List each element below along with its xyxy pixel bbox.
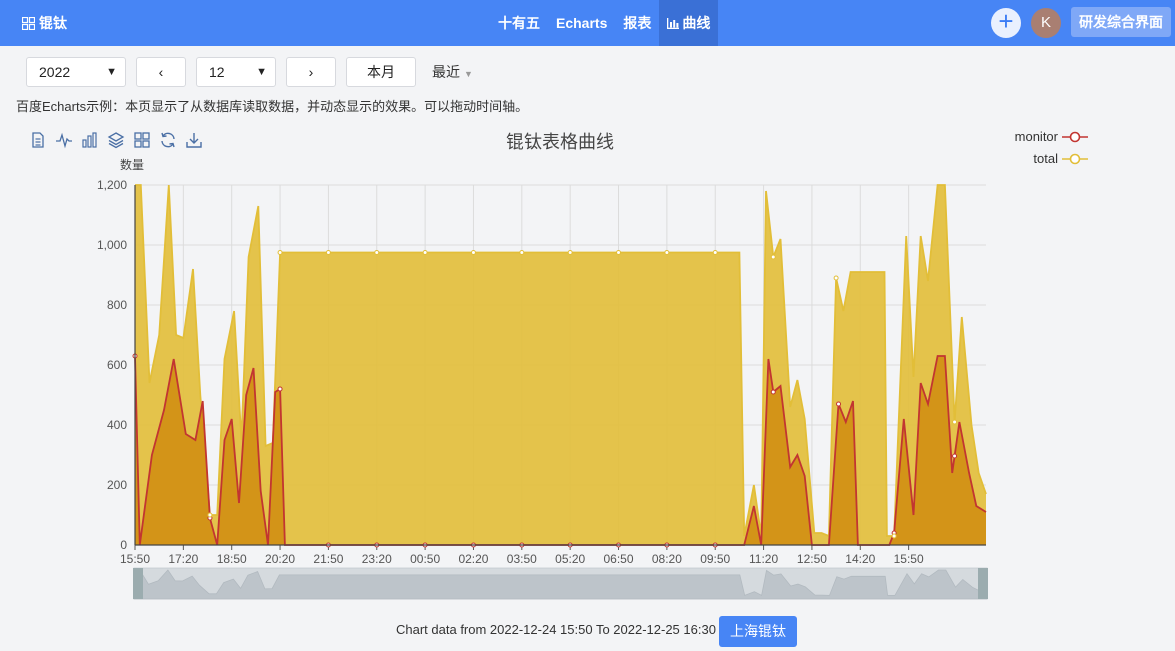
- x-tick-label: 09:50: [700, 552, 730, 566]
- zoom-handle-right[interactable]: [978, 568, 988, 599]
- point-total: [325, 250, 331, 255]
- shanghai-button[interactable]: 上海锟钛: [719, 616, 797, 647]
- y-tick-label: 1,200: [97, 178, 127, 192]
- point-total: [833, 275, 839, 281]
- chart-range-text: Chart data from 2022-12-24 15:50 To 2022…: [396, 622, 716, 637]
- x-tick-label: 12:50: [797, 552, 827, 566]
- point-monitor: [836, 401, 842, 407]
- area-chart: 0 200 400 600 800 1,000 1,200 15:50 17:20 18:50 20…: [97, 178, 988, 600]
- x-tick-label: 05:20: [555, 552, 585, 566]
- point-monitor: [952, 453, 958, 459]
- x-tick-label: 03:50: [507, 552, 537, 566]
- x-tick-label: 00:50: [410, 552, 440, 566]
- y-tick-label: 0: [120, 538, 127, 552]
- point-total: [374, 250, 380, 255]
- x-tick-label: 17:20: [168, 552, 198, 566]
- point-total: [567, 250, 573, 255]
- point-total: [712, 250, 718, 255]
- point-total: [470, 250, 476, 255]
- x-tick-label: 15:50: [120, 552, 150, 566]
- point-total: [207, 512, 213, 518]
- x-tick-label: 18:50: [217, 552, 247, 566]
- zoom-handle-left[interactable]: [133, 568, 143, 599]
- y-tick-label: 800: [107, 298, 127, 312]
- x-tick-label: 20:20: [265, 552, 295, 566]
- point-total: [277, 250, 283, 255]
- x-tick-label: 15:50: [894, 552, 924, 566]
- point-monitor: [770, 389, 776, 395]
- y-tick-label: 200: [107, 478, 127, 492]
- point-monitor: [277, 386, 283, 392]
- y-tick-label: 600: [107, 358, 127, 372]
- x-tick-label: 11:20: [749, 552, 778, 566]
- point-total: [422, 250, 428, 255]
- x-tick-label: 02:20: [458, 552, 488, 566]
- y-tick-label: 1,000: [97, 238, 127, 252]
- point-total: [952, 419, 958, 425]
- x-tick-label: 23:20: [362, 552, 392, 566]
- point-total: [616, 250, 622, 255]
- point-total: [519, 250, 525, 255]
- x-tick-label: 08:20: [652, 552, 682, 566]
- point-total: [664, 250, 670, 255]
- x-tick-label: 06:50: [604, 552, 634, 566]
- point-total: [770, 254, 776, 260]
- x-tick-label: 14:20: [845, 552, 875, 566]
- x-tick-label: 21:50: [313, 552, 343, 566]
- y-tick-label: 400: [107, 418, 127, 432]
- zoom-selected-range: [134, 568, 987, 599]
- point-total: [891, 533, 897, 539]
